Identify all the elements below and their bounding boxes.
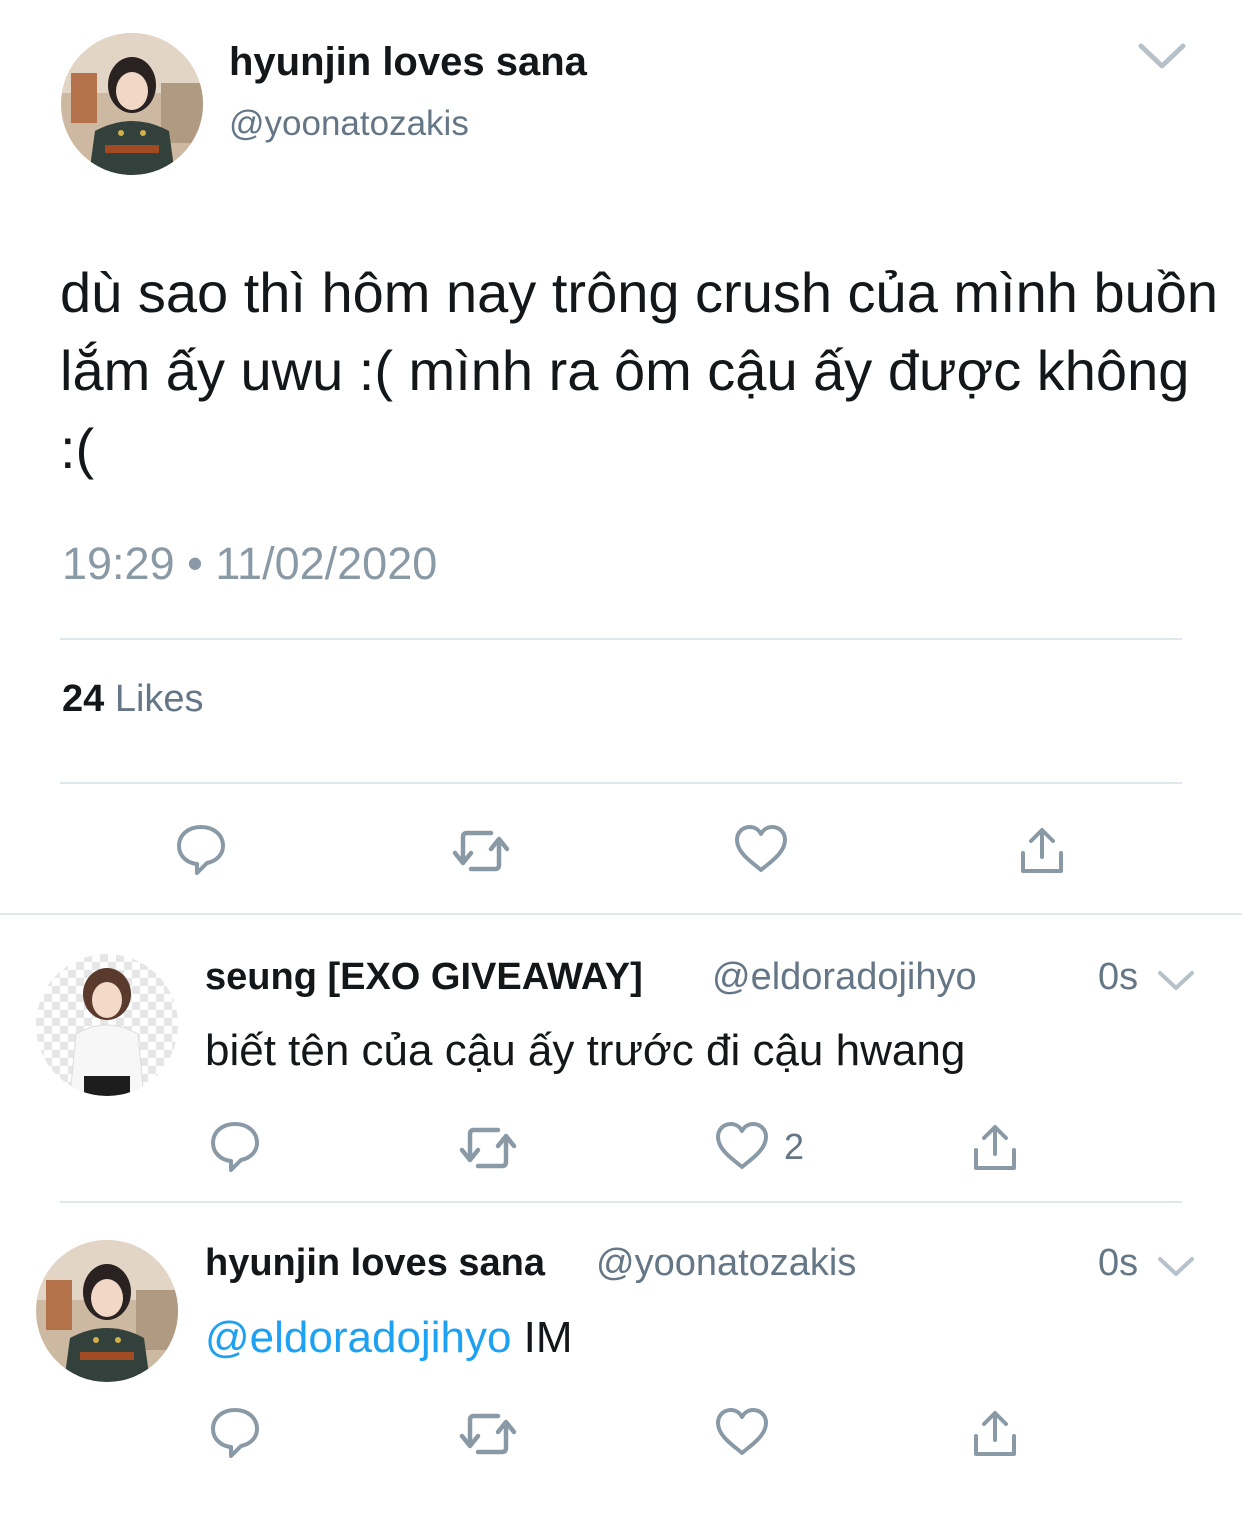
retweet-icon bbox=[459, 1413, 517, 1455]
reply-avatar[interactable] bbox=[36, 1240, 178, 1382]
reply-time: 0s bbox=[1098, 956, 1139, 998]
like-button[interactable] bbox=[712, 1402, 772, 1462]
retweet-icon bbox=[459, 1127, 517, 1169]
tweet-menu-chevron-icon[interactable] bbox=[1136, 40, 1188, 74]
share-icon bbox=[974, 1125, 1016, 1170]
reply-avatar[interactable] bbox=[36, 954, 178, 1096]
divider bbox=[60, 1201, 1182, 1203]
heart-icon bbox=[716, 1122, 768, 1169]
reply-like-count: 2 bbox=[784, 1126, 805, 1167]
likes-count: 24 bbox=[62, 678, 105, 720]
reply-button[interactable] bbox=[205, 1116, 265, 1176]
retweet-button[interactable] bbox=[458, 1404, 518, 1464]
reply-menu-chevron-icon[interactable] bbox=[1156, 1254, 1196, 1280]
reply-text: @eldoradojihyo IM bbox=[205, 1313, 573, 1363]
tweet-timestamp[interactable]: 19:29 • 11/02/2020 bbox=[62, 538, 437, 590]
share-button[interactable] bbox=[965, 1404, 1025, 1464]
share-icon bbox=[1021, 828, 1063, 873]
reply-author-name[interactable]: hyunjin loves sana bbox=[205, 1242, 545, 1285]
share-button[interactable] bbox=[965, 1118, 1025, 1178]
retweet-button[interactable] bbox=[451, 821, 511, 881]
reply-author-handle[interactable]: @eldoradojihyo bbox=[712, 956, 977, 999]
retweet-icon bbox=[452, 830, 510, 872]
author-name[interactable]: hyunjin loves sana bbox=[229, 40, 587, 85]
reply-menu-chevron-icon[interactable] bbox=[1156, 968, 1196, 994]
like-button[interactable] bbox=[731, 819, 791, 879]
author-avatar[interactable] bbox=[61, 33, 203, 175]
reply-icon bbox=[177, 825, 225, 875]
avatar-photo bbox=[36, 954, 178, 1096]
likes-label: Likes bbox=[114, 678, 204, 720]
like-button[interactable] bbox=[712, 1116, 772, 1176]
avatar-photo bbox=[36, 1240, 178, 1382]
reply-text: biết tên của cậu ấy trước đi cậu hwang bbox=[205, 1026, 966, 1075]
reply-button[interactable] bbox=[171, 819, 231, 879]
mention-link[interactable]: @eldoradojihyo bbox=[205, 1313, 511, 1362]
likes-stat[interactable]: 24 Likes bbox=[62, 678, 204, 721]
reply-icon bbox=[211, 1122, 259, 1172]
share-button[interactable] bbox=[1012, 821, 1072, 881]
tweet-text: dù sao thì hôm nay trông crush của mình … bbox=[60, 261, 1219, 480]
reply-time: 0s bbox=[1098, 1242, 1139, 1284]
author-handle[interactable]: @yoonatozakis bbox=[229, 104, 469, 144]
share-icon bbox=[974, 1411, 1016, 1456]
section-divider bbox=[0, 913, 1242, 915]
reply-text-body: IM bbox=[511, 1313, 573, 1362]
reply-button[interactable] bbox=[205, 1402, 265, 1462]
reply-icon bbox=[211, 1408, 259, 1458]
reply-author-name[interactable]: seung [EXO GIVEAWAY] bbox=[205, 956, 643, 999]
heart-icon bbox=[735, 825, 787, 872]
divider bbox=[60, 782, 1182, 784]
reply-author-handle[interactable]: @yoonatozakis bbox=[596, 1242, 856, 1285]
divider bbox=[60, 638, 1182, 640]
retweet-button[interactable] bbox=[458, 1118, 518, 1178]
avatar-photo bbox=[61, 33, 203, 175]
heart-icon bbox=[716, 1408, 768, 1455]
